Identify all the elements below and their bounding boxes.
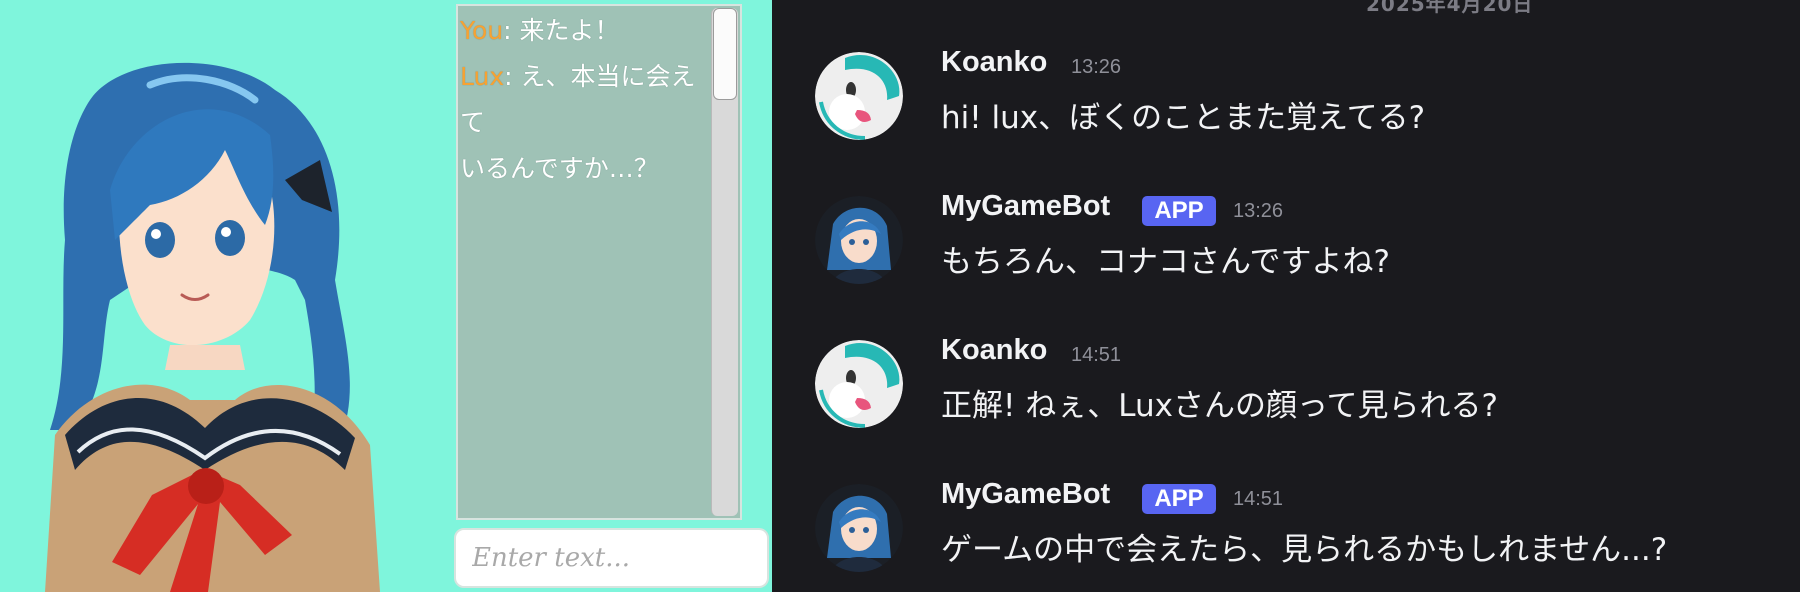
message-text: 正解! ねぇ、Luxさんの顔って見られる? — [941, 388, 1498, 424]
chat-log[interactable]: You: 来たよ！ Lux: え、本当に会えて いるんですか…？ — [456, 4, 742, 520]
chat-log-line: Lux: え、本当に会えて — [460, 54, 706, 146]
robot-face-avatar[interactable] — [815, 52, 903, 140]
chat-log-lines: You: 来たよ！ Lux: え、本当に会えて いるんですか…？ — [460, 8, 706, 192]
app-badge: APP — [1142, 196, 1216, 226]
message-timestamp: 13:26 — [1071, 56, 1122, 78]
message-author[interactable]: Koanko — [941, 334, 1047, 367]
message-author[interactable]: MyGameBot — [941, 190, 1110, 223]
speaker-separator: : — [504, 62, 513, 91]
message: MyGameBot APP 13:26 もちろん、コナコさんですよね? — [772, 188, 1800, 318]
message-timestamp: 14:51 — [1233, 488, 1284, 510]
message-author[interactable]: Koanko — [941, 46, 1047, 79]
anime-girl-avatar[interactable] — [815, 196, 903, 284]
message-timestamp: 14:51 — [1071, 344, 1122, 366]
speaker-name: Lux — [460, 62, 505, 91]
chat-log-scrollbar[interactable] — [711, 8, 738, 516]
message-author[interactable]: MyGameBot — [941, 478, 1110, 511]
message: Koanko 14:51 正解! ねぇ、Luxさんの顔って見られる? — [772, 332, 1800, 462]
speaker-separator: : — [503, 16, 512, 45]
chat-log-text: いるんですか…？ — [460, 154, 659, 183]
app-badge: APP — [1142, 484, 1216, 514]
chat-log-text: 来たよ！ — [511, 16, 620, 45]
speaker-name: You — [460, 16, 504, 45]
message: MyGameBot APP 14:51 ゲームの中で会えたら、見られるかもしれま… — [772, 476, 1800, 592]
game-window: You: 来たよ！ Lux: え、本当に会えて いるんですか…？ — [0, 0, 772, 592]
scrollbar-thumb[interactable] — [713, 8, 737, 100]
chat-text-input[interactable] — [454, 528, 769, 588]
message-text: ゲームの中で会えたら、見られるかもしれません...? — [941, 532, 1668, 568]
message-text: hi! lux、ぼくのことまた覚えてる? — [941, 100, 1426, 136]
character-portrait — [45, 62, 380, 592]
chat-log-line: You: 来たよ！ — [460, 8, 706, 54]
message-text: もちろん、コナコさんですよね? — [941, 244, 1390, 280]
anime-girl-avatar[interactable] — [815, 484, 903, 572]
discord-chat: 2025年4月20日 Koanko 13:26 hi! lux、ぼくのことまた覚… — [772, 0, 1800, 592]
chat-log-line: いるんですか…？ — [460, 146, 706, 192]
robot-face-avatar[interactable] — [815, 340, 903, 428]
message: Koanko 13:26 hi! lux、ぼくのことまた覚えてる? — [772, 44, 1800, 174]
date-divider: 2025年4月20日 — [1366, 0, 1534, 16]
message-timestamp: 13:26 — [1233, 200, 1284, 222]
